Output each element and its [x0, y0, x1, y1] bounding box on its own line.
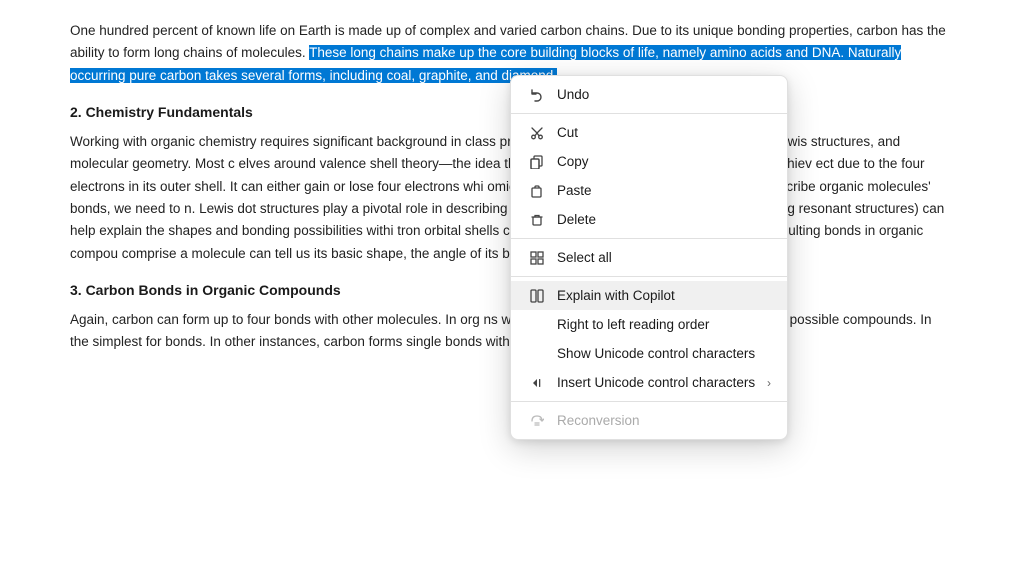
explain-copilot-label: Explain with Copilot: [557, 288, 771, 303]
menu-item-cut[interactable]: Cut: [511, 118, 787, 147]
paste-icon: [527, 184, 547, 198]
paste-label: Paste: [557, 183, 771, 198]
context-menu: Undo Cut Copy: [510, 75, 788, 440]
menu-item-unicode-show[interactable]: Show Unicode control characters: [511, 339, 787, 368]
menu-item-rtl[interactable]: Right to left reading order: [511, 310, 787, 339]
rtl-label: Right to left reading order: [557, 317, 771, 332]
menu-item-paste[interactable]: Paste: [511, 176, 787, 205]
reconversion-icon: [527, 414, 547, 428]
menu-item-undo[interactable]: Undo: [511, 80, 787, 109]
menu-item-select-all[interactable]: Select all: [511, 243, 787, 272]
reconversion-label: Reconversion: [557, 413, 771, 428]
copilot-icon: [527, 289, 547, 303]
separator-1: [511, 113, 787, 114]
submenu-arrow: ›: [767, 376, 771, 390]
separator-3: [511, 276, 787, 277]
unicode-show-label: Show Unicode control characters: [557, 346, 771, 361]
select-all-icon: [527, 251, 547, 265]
menu-item-explain-copilot[interactable]: Explain with Copilot: [511, 281, 787, 310]
undo-icon: [527, 88, 547, 102]
select-all-label: Select all: [557, 250, 771, 265]
menu-item-delete[interactable]: Delete: [511, 205, 787, 234]
cut-label: Cut: [557, 125, 771, 140]
menu-item-copy[interactable]: Copy: [511, 147, 787, 176]
insert-unicode-icon: [527, 376, 547, 390]
undo-label: Undo: [557, 87, 771, 102]
delete-icon: [527, 213, 547, 227]
separator-2: [511, 238, 787, 239]
copy-icon: [527, 155, 547, 169]
copy-label: Copy: [557, 154, 771, 169]
menu-item-unicode-insert[interactable]: Insert Unicode control characters ›: [511, 368, 787, 397]
unicode-insert-label: Insert Unicode control characters: [557, 375, 767, 390]
delete-label: Delete: [557, 212, 771, 227]
menu-item-reconversion[interactable]: Reconversion: [511, 406, 787, 435]
cut-icon: [527, 126, 547, 140]
separator-4: [511, 401, 787, 402]
